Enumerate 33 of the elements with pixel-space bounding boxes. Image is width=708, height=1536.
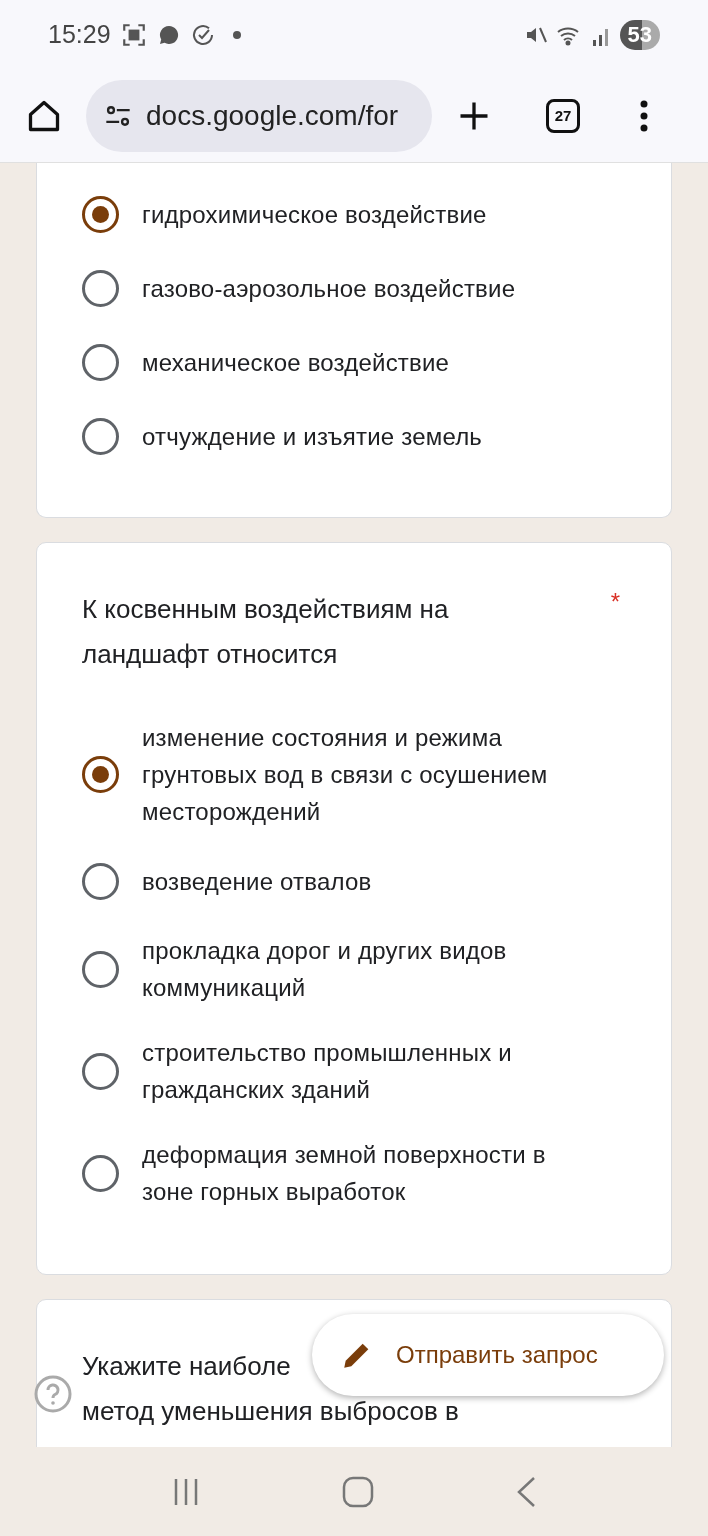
option-label: прокладка дорог и других видов коммуникаций: [142, 936, 508, 1003]
radio-button[interactable]: [82, 269, 119, 307]
radio-button[interactable]: [82, 950, 119, 988]
question-title: Укажите наиболе: [82, 1350, 292, 1383]
required-asterisk: *: [610, 587, 621, 617]
home-icon[interactable]: [26, 98, 62, 134]
radio-button[interactable]: [82, 1154, 119, 1192]
check-circle-icon: [190, 23, 215, 47]
radio-button[interactable]: [82, 756, 119, 793]
question-title: метод уменьшения выбросов в: [82, 1395, 460, 1428]
radio-button[interactable]: [82, 195, 119, 233]
status-time: 15:29: [48, 19, 111, 51]
url-field[interactable]: docs.google.com/for: [86, 80, 432, 152]
battery-indicator: 53: [619, 20, 660, 50]
url-text: docs.google.com/for: [146, 99, 399, 133]
send-request-button[interactable]: Отправить запрос: [312, 1314, 664, 1396]
option-label: строительство промышленных и гражданских зданий: [142, 1038, 513, 1105]
question-title: К косвенным воздействиям на ландшафт относится: [82, 593, 450, 671]
option-label: возведение отвалов: [142, 866, 372, 897]
radio-button[interactable]: [82, 343, 119, 381]
radio-button[interactable]: [82, 1052, 119, 1090]
option-label: механическое воздействие: [142, 347, 450, 378]
option-label: газово-аэрозольное воздействие: [142, 273, 516, 304]
menu-icon[interactable]: [640, 100, 648, 132]
radio-button[interactable]: [82, 417, 119, 455]
option-label: деформация земной поверхности в зоне горных выработок: [142, 1140, 547, 1207]
screenshot-icon: [120, 22, 147, 48]
home-button-icon[interactable]: [342, 1475, 374, 1508]
option-label: изменение состояния и режима грунтовых вод в связи с осушением месторождений: [142, 723, 549, 827]
option-label: гидрохимическое воздействие: [142, 199, 487, 230]
radio-button[interactable]: [82, 862, 119, 900]
option-label: отчуждение и изъятие земель: [142, 421, 483, 452]
tab-count-button[interactable]: 27: [546, 99, 580, 133]
